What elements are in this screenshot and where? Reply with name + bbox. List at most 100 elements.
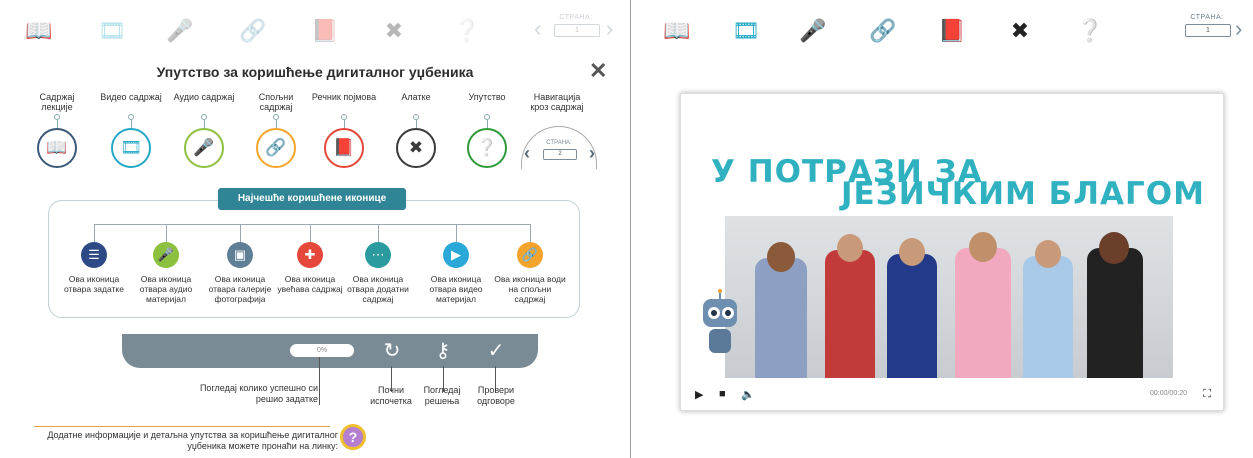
microphone-icon: 🎤 <box>184 128 224 168</box>
stop-icon[interactable]: ■ <box>719 388 726 400</box>
microphone-icon[interactable]: 🎤 <box>796 14 830 48</box>
video-controls: ▶ ■ 🔈 00:00/00:20 ⛶ <box>681 380 1223 410</box>
icon-description: Ова иконица отвара задатке <box>64 274 124 294</box>
video-icon[interactable]: 🎞 <box>95 14 129 48</box>
help-icon: ❔ <box>467 128 507 168</box>
link-icon[interactable]: 🔗 <box>236 14 270 48</box>
restart-icon[interactable]: ↻ <box>380 338 404 363</box>
category-help: Упутство ❔ <box>454 92 520 168</box>
icon-description: Ова иконица увећава садржај <box>277 274 343 294</box>
page-navigation: ‹ СТРАНА: 1 › <box>520 14 630 48</box>
book-icon[interactable]: 📖 <box>22 14 56 48</box>
common-icons-title: Најчешће коришћене иконице <box>218 188 406 210</box>
chevron-right-icon: › <box>589 143 595 163</box>
book-icon[interactable]: 📖 <box>660 14 694 48</box>
page-label: СТРАНА: <box>559 14 593 21</box>
page-input[interactable]: 1 <box>554 24 600 37</box>
chat-icon: ⋯ <box>365 242 391 268</box>
clipboard-icon: ☰ <box>81 242 107 268</box>
chevron-right-icon[interactable]: › <box>1235 16 1242 42</box>
video-player[interactable]: У ПОТРАЗИ ЗА ЈЕЗИЧКИМ БЛАГОМ ▶ ■ 🔈 00:00… <box>680 93 1224 411</box>
category-dictionary: Речник појмова 📕 <box>311 92 377 168</box>
help-link-icon[interactable]: ? <box>340 424 366 450</box>
dictionary-icon: 📕 <box>324 128 364 168</box>
fullscreen-icon[interactable]: ⛶ <box>1203 388 1211 401</box>
category-label: Видео садржај <box>100 92 162 102</box>
microphone-icon[interactable]: 🎤 <box>163 14 197 48</box>
icon-tasks-item: ☰ Ова иконица отвара задатке <box>58 242 130 294</box>
category-label: Алатке <box>401 92 431 102</box>
dictionary-icon[interactable]: 📕 <box>935 14 969 48</box>
key-icon[interactable]: ⚷ <box>431 338 455 363</box>
navigation-arc <box>521 126 597 169</box>
video-icon[interactable]: 🎞 <box>729 14 763 48</box>
link-icon[interactable]: 🔗 <box>866 14 900 48</box>
microphone-icon: 🎤 <box>153 242 179 268</box>
solutions-description: Погледај решења <box>423 385 461 406</box>
category-navigation: Навигација кроз садржај <box>524 92 590 114</box>
tools-icon[interactable]: ✖ <box>377 14 411 48</box>
video-frame-photo <box>725 216 1173 378</box>
icon-description: Ова иконица отвара галерије фотографија <box>208 274 272 304</box>
page-navigation: СТРАНА: 1 › <box>1151 14 1253 48</box>
category-audio: Аудио садржај 🎤 <box>171 92 237 168</box>
progress-indicator: 0% <box>290 344 354 357</box>
nav-mini-page: 2 <box>543 149 577 160</box>
icon-external-item: 🔗 Ова иконица води на спољни садржај <box>494 242 566 304</box>
dialog-title: Упутство за коришћење дигиталног уџбеник… <box>156 64 474 80</box>
play-icon[interactable]: ▶ <box>695 388 703 401</box>
video-panel: 📖 🎞 🎤 🔗 📕 ✖ ❔ СТРАНА: 1 › У ПОТРАЗИ ЗА Ј… <box>632 0 1253 458</box>
tools-icon[interactable]: ✖ <box>1003 14 1037 48</box>
icon-description: Ова иконица отвара додатни садржај <box>347 274 409 304</box>
icon-gallery-item: ▣ Ова иконица отвара галерије фотографиј… <box>204 242 276 304</box>
check-icon[interactable]: ✓ <box>484 338 508 363</box>
right-toolbar: 📖 🎞 🎤 🔗 📕 ✖ ❔ СТРАНА: 1 › <box>632 0 1253 62</box>
icon-audio-item: 🎤 Ова иконица отвара аудио материјал <box>130 242 202 304</box>
link-icon: 🔗 <box>517 242 543 268</box>
gallery-icon: ▣ <box>227 242 253 268</box>
video-icon: ▶ <box>443 242 469 268</box>
volume-icon[interactable]: 🔈 <box>741 388 755 401</box>
icon-zoom-item: ✚ Ова иконица увећава садржај <box>274 242 346 294</box>
chevron-left-icon[interactable]: ‹ <box>534 16 541 42</box>
help-icon[interactable]: ❔ <box>450 14 484 48</box>
category-label: Упутство <box>468 92 506 102</box>
category-label: Речник појмова <box>311 92 377 102</box>
category-label: Аудио садржај <box>173 92 235 102</box>
page-input[interactable]: 1 <box>1185 24 1231 37</box>
category-tools: Алатке ✖ <box>383 92 449 168</box>
help-icon[interactable]: ❔ <box>1073 14 1107 48</box>
chevron-left-icon: ‹ <box>524 143 530 163</box>
link-icon: 🔗 <box>256 128 296 168</box>
icon-extra-item: ⋯ Ова иконица отвара додатни садржај <box>342 242 414 304</box>
category-label: Спољни садржај <box>258 92 294 112</box>
book-icon: 📖 <box>37 128 77 168</box>
icon-description: Ова иконица отвара видео материјал <box>429 274 483 304</box>
icon-description: Ова иконица води на спољни садржај <box>494 274 566 304</box>
plus-icon: ✚ <box>297 242 323 268</box>
video-icon: 🎞 <box>111 128 151 168</box>
instructions-panel: 📖 🎞 🎤 🔗 📕 ✖ ❔ ‹ СТРАНА: 1 › Упутство за … <box>0 0 631 458</box>
category-label: Навигација кроз садржај <box>530 92 584 112</box>
restart-description: Почни испочетка <box>370 385 412 406</box>
icon-description: Ова иконица отвара аудио материјал <box>139 274 193 304</box>
close-icon[interactable]: ✕ <box>589 58 607 84</box>
exercise-control-bar: 0% ↻ ⚷ ✓ <box>122 334 538 368</box>
category-label: Садржај лекције <box>39 92 75 112</box>
page-label: СТРАНА: <box>1190 14 1224 21</box>
tools-icon: ✖ <box>396 128 436 168</box>
left-toolbar: 📖 🎞 🎤 🔗 📕 ✖ ❔ ‹ СТРАНА: 1 › <box>0 0 630 62</box>
category-lesson: Садржај лекције 📖 <box>24 92 90 168</box>
icon-video-item: ▶ Ова иконица отвара видео материјал <box>420 242 492 304</box>
video-title-line2: ЈЕЗИЧКИМ БЛАГОМ <box>841 176 1205 212</box>
footer-divider <box>34 426 330 427</box>
category-external: Спољни садржај 🔗 <box>243 92 309 168</box>
category-video: Видео садржај 🎞 <box>98 92 164 168</box>
video-time: 00:00/00:20 <box>1150 390 1187 397</box>
progress-description: Погледај колико успешно си решио задатке <box>199 383 318 404</box>
footer-text: Додатне информације и детаљна упутства з… <box>47 430 338 451</box>
chevron-right-icon[interactable]: › <box>606 16 613 42</box>
check-answers-description: Провери одговоре <box>477 385 515 406</box>
dictionary-icon[interactable]: 📕 <box>308 14 342 48</box>
robot-mascot-icon <box>703 289 737 353</box>
